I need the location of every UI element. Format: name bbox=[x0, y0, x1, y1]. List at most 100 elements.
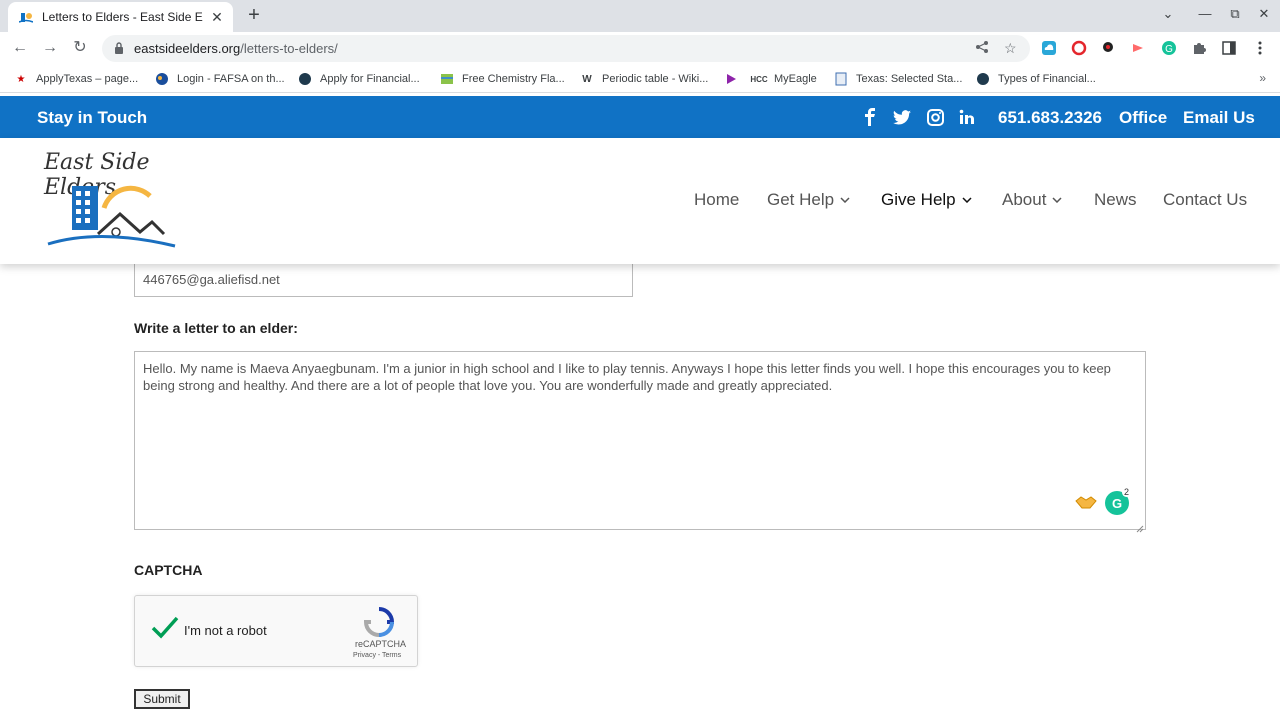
bookmark-item[interactable] bbox=[724, 70, 746, 88]
restore-icon[interactable]: ⧉ bbox=[1225, 6, 1245, 22]
captcha-label: CAPTCHA bbox=[134, 562, 203, 578]
facebook-icon[interactable] bbox=[860, 107, 880, 127]
recaptcha-brand: reCAPTCHA bbox=[355, 639, 407, 649]
url-path: /letters-to-elders/ bbox=[240, 41, 338, 56]
back-button[interactable]: ← bbox=[10, 38, 30, 58]
address-bar[interactable]: eastsideelders.org/letters-to-elders/ bbox=[102, 35, 1030, 62]
nav-about[interactable]: About bbox=[1002, 190, 1062, 210]
bookmark-item[interactable]: Login - FAFSA on th... bbox=[155, 70, 285, 88]
letter-label: Write a letter to an elder: bbox=[134, 320, 298, 336]
reload-button[interactable]: ↻ bbox=[70, 38, 90, 58]
extensions-puzzle-icon[interactable] bbox=[1191, 40, 1207, 56]
new-tab-button[interactable]: + bbox=[243, 4, 265, 26]
nav-label: Home bbox=[694, 190, 740, 209]
linkedin-icon[interactable] bbox=[957, 107, 977, 127]
hcc-icon: HCC bbox=[750, 74, 768, 84]
url-host: eastsideelders.org bbox=[134, 41, 241, 56]
checkmark-icon[interactable] bbox=[151, 616, 179, 640]
browser-tab-bar: Letters to Elders - East Side Elders ✕ +… bbox=[0, 0, 1280, 32]
bookmark-label: ApplyTexas – page... bbox=[36, 73, 139, 85]
cloud-extension-icon[interactable] bbox=[1041, 40, 1057, 56]
nav-label: Contact Us bbox=[1163, 190, 1248, 209]
submit-button[interactable]: Submit bbox=[134, 689, 190, 709]
recaptcha-widget: I'm not a robot reCAPTCHA Privacy - Term… bbox=[134, 595, 418, 667]
letter-textarea[interactable]: Hello. My name is Maeva Anyaegbunam. I'm… bbox=[134, 351, 1146, 530]
tab-close-icon[interactable]: ✕ bbox=[209, 9, 225, 26]
chevron-down-icon bbox=[962, 195, 972, 205]
bookmark-label: Periodic table - Wiki... bbox=[602, 73, 709, 85]
globe-icon bbox=[155, 72, 169, 86]
nav-label: News bbox=[1094, 190, 1137, 209]
share-icon[interactable] bbox=[975, 40, 989, 57]
bookmark-label: Types of Financial... bbox=[998, 73, 1096, 85]
fsa-icon bbox=[976, 72, 990, 86]
bookmark-label: Login - FAFSA on th... bbox=[177, 73, 285, 85]
tab-title: Letters to Elders - East Side Elders bbox=[42, 10, 203, 24]
menu-kebab-icon[interactable] bbox=[1252, 40, 1268, 56]
bookmark-item[interactable]: Apply for Financial... bbox=[298, 70, 420, 88]
screen-recorder-icon[interactable] bbox=[1130, 40, 1146, 56]
tab-search-icon[interactable]: ⌄ bbox=[1158, 6, 1178, 22]
bookmark-label: Free Chemistry Fla... bbox=[462, 73, 565, 85]
bookmark-item[interactable]: W Periodic table - Wiki... bbox=[580, 70, 708, 88]
wikipedia-icon: W bbox=[582, 73, 592, 85]
nav-give-help[interactable]: Give Help bbox=[881, 190, 972, 210]
not-robot-text: I'm not a robot bbox=[184, 623, 267, 638]
page-favicon-icon bbox=[18, 9, 34, 25]
forward-button[interactable]: → bbox=[40, 38, 60, 58]
twitter-icon[interactable] bbox=[892, 107, 912, 127]
more-bookmarks-icon[interactable]: » bbox=[1259, 71, 1266, 85]
bookmark-label: Apply for Financial... bbox=[320, 73, 420, 85]
recaptcha-logo-icon bbox=[363, 606, 395, 638]
web-page: Stay in Touch 651.683.2326 Office Email … bbox=[0, 93, 1280, 720]
bookmark-star-icon[interactable]: ☆ bbox=[1004, 40, 1017, 57]
letter-form: 446765@ga.aliefisd.net Write a letter to… bbox=[0, 264, 1280, 720]
bookmark-item[interactable]: Texas: Selected Sta... bbox=[834, 70, 962, 88]
recaptcha-privacy-terms[interactable]: Privacy - Terms bbox=[353, 652, 401, 659]
window-close-icon[interactable]: ✕ bbox=[1254, 6, 1274, 22]
bookmark-label: Texas: Selected Sta... bbox=[856, 73, 963, 85]
nav-label: Give Help bbox=[881, 190, 956, 209]
lock-icon bbox=[114, 41, 126, 56]
stay-in-touch-text: Stay in Touch bbox=[37, 108, 148, 127]
office-link[interactable]: Office bbox=[1119, 108, 1167, 128]
nav-contact-us[interactable]: Contact Us bbox=[1163, 190, 1247, 210]
minimize-icon[interactable]: — bbox=[1195, 6, 1215, 21]
bookmark-item[interactable]: HCC MyEagle bbox=[750, 70, 817, 88]
url-text: eastsideelders.org/letters-to-elders/ bbox=[134, 41, 338, 56]
instagram-icon[interactable] bbox=[925, 107, 945, 127]
site-logo[interactable]: East Side Elders bbox=[40, 148, 195, 256]
fsa-icon bbox=[298, 72, 312, 86]
grammarly-extension-icon[interactable]: G bbox=[1161, 40, 1177, 56]
bookmarks-bar: ★ ApplyTexas – page... Login - FAFSA on t… bbox=[0, 64, 1280, 93]
search-extension-icon[interactable] bbox=[1101, 40, 1117, 56]
email-us-link[interactable]: Email Us bbox=[1183, 108, 1255, 128]
logo-graphic-icon bbox=[47, 185, 176, 248]
document-icon bbox=[834, 72, 848, 86]
browser-tab[interactable]: Letters to Elders - East Side Elders ✕ bbox=[8, 2, 233, 32]
svg-text:G: G bbox=[1165, 44, 1173, 55]
email-field[interactable]: 446765@ga.aliefisd.net bbox=[134, 264, 633, 297]
star-icon: ★ bbox=[16, 73, 26, 85]
bookmark-item[interactable]: Types of Financial... bbox=[976, 70, 1096, 88]
bookmark-label: MyEagle bbox=[774, 73, 817, 85]
chevron-down-icon bbox=[1052, 195, 1062, 205]
grammarly-count-badge: 2 bbox=[1122, 487, 1132, 497]
side-panel-icon[interactable] bbox=[1221, 40, 1237, 56]
nav-label: Get Help bbox=[767, 190, 835, 209]
bookmark-item[interactable]: ★ ApplyTexas – page... bbox=[14, 70, 139, 88]
bookmark-item[interactable]: Free Chemistry Fla... bbox=[440, 70, 565, 88]
nav-home[interactable]: Home bbox=[694, 190, 739, 210]
nav-news[interactable]: News bbox=[1094, 190, 1137, 210]
chevron-down-icon bbox=[840, 195, 850, 205]
opera-extension-icon[interactable] bbox=[1071, 40, 1087, 56]
nav-label: About bbox=[1002, 190, 1047, 209]
site-header: East Side Elders Home Get Help Give Help… bbox=[0, 138, 1280, 264]
resize-handle-icon[interactable] bbox=[1136, 520, 1144, 533]
top-contact-bar: Stay in Touch 651.683.2326 Office Email … bbox=[0, 96, 1280, 138]
phone-link[interactable]: 651.683.2326 bbox=[998, 108, 1102, 128]
browser-toolbar: ← → ↻ eastsideelders.org/letters-to-elde… bbox=[0, 32, 1280, 64]
nav-get-help[interactable]: Get Help bbox=[767, 190, 850, 210]
handshake-icon[interactable] bbox=[1075, 493, 1097, 511]
flashcard-icon bbox=[440, 72, 454, 86]
